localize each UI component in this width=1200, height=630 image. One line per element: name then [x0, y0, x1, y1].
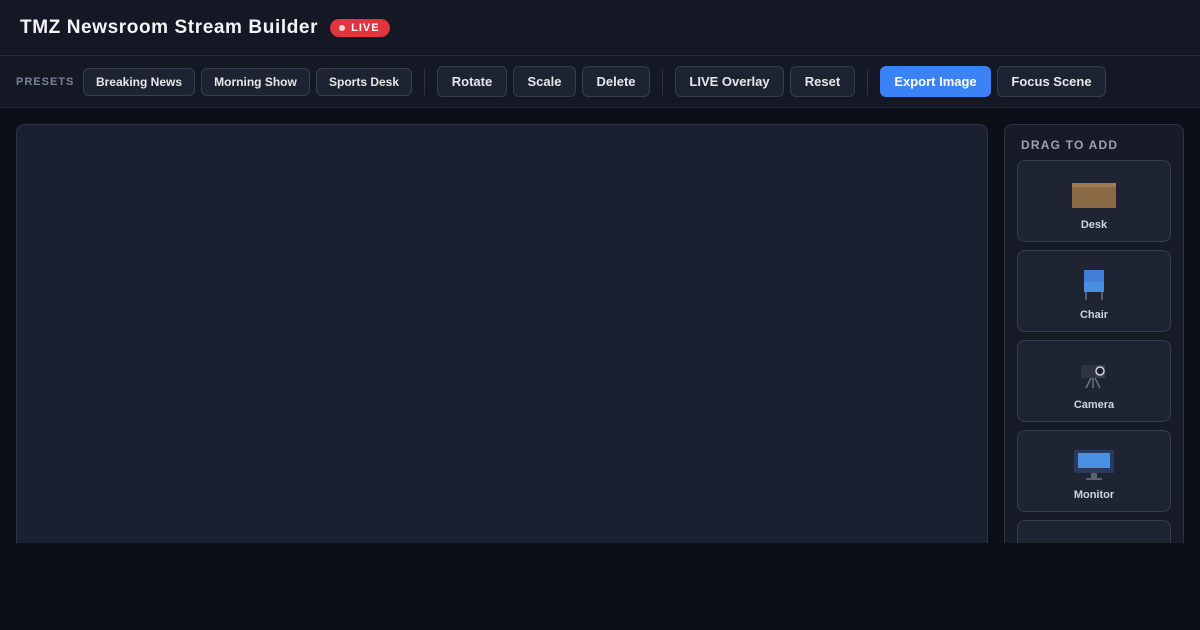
focus-scene-button[interactable]: Focus Scene: [997, 66, 1106, 97]
palette-title: DRAG TO ADD: [1021, 138, 1119, 152]
live-overlay-button[interactable]: LIVE Overlay: [675, 66, 784, 97]
rotate-button[interactable]: Rotate: [437, 66, 507, 97]
delete-button[interactable]: Delete: [582, 66, 650, 97]
app-title: TMZ Newsroom Stream Builder: [20, 16, 319, 38]
preset-breaking-news-button[interactable]: Breaking News: [83, 68, 195, 96]
palette-item-chair[interactable]: Chair: [1017, 250, 1171, 332]
toolbar-divider: [662, 69, 663, 95]
app-header: TMZ Newsroom Stream Builder LIVE: [0, 0, 1200, 56]
palette-item-label: Desk: [1080, 219, 1108, 231]
desk-icon: [1018, 173, 1170, 217]
live-dot-icon: [339, 24, 346, 31]
toolbar-divider: [424, 69, 425, 95]
chair-icon: [1018, 263, 1170, 307]
palette-item-label: Chair: [1079, 309, 1109, 321]
reset-button[interactable]: Reset: [790, 66, 855, 97]
preset-sports-desk-button[interactable]: Sports Desk: [316, 68, 412, 96]
drag-palette: DRAG TO ADD Desk Chair Camera Monitor: [1004, 124, 1184, 554]
live-badge-label: LIVE: [351, 21, 380, 34]
toolbar-divider: [867, 69, 868, 95]
export-image-button[interactable]: Export Image: [880, 66, 991, 97]
palette-item-label: Camera: [1073, 399, 1115, 411]
live-badge: LIVE: [330, 18, 390, 37]
scene-canvas[interactable]: [16, 124, 988, 554]
monitor-icon: [1018, 443, 1170, 487]
preset-morning-show-button[interactable]: Morning Show: [201, 68, 310, 96]
camera-icon: [1018, 353, 1170, 397]
palette-item-desk[interactable]: Desk: [1017, 160, 1171, 242]
palette-item-camera[interactable]: Camera: [1017, 340, 1171, 422]
palette-item-monitor[interactable]: Monitor: [1017, 430, 1171, 512]
presets-label: PRESETS: [16, 76, 75, 88]
page-footer-area: [0, 543, 1200, 630]
toolbar: PRESETS Breaking News Morning Show Sport…: [0, 56, 1200, 108]
scale-button[interactable]: Scale: [513, 66, 576, 97]
palette-item-label: Monitor: [1073, 489, 1115, 501]
